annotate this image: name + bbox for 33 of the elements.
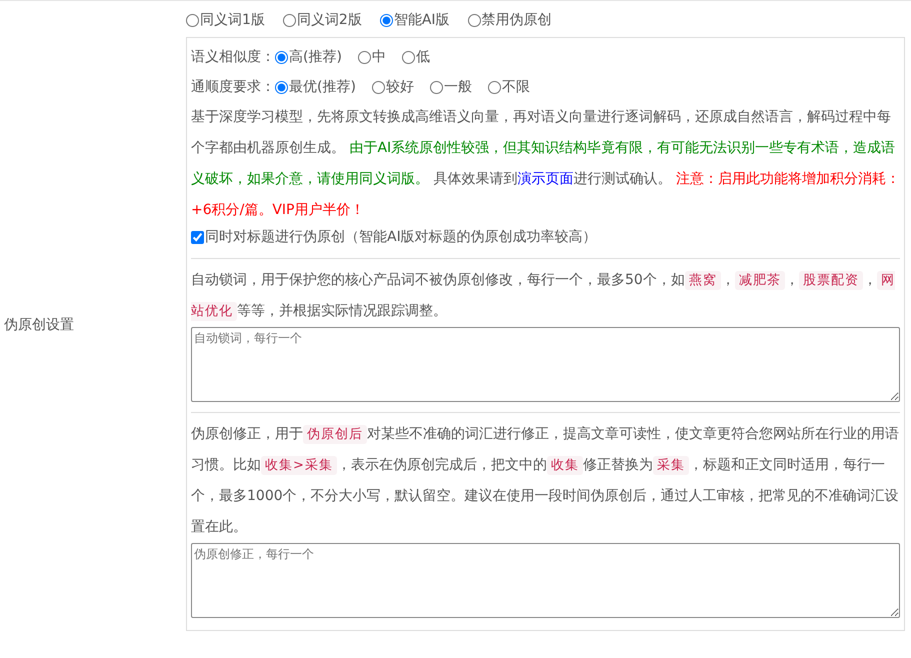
radio-label[interactable]: 最优(推荐) [289, 74, 356, 100]
checkbox-label[interactable]: 同时对标题进行伪原创（智能AI版对标题的伪原创成功率较高） [205, 226, 597, 248]
radio-label[interactable]: 智能AI版 [394, 7, 450, 33]
radio-button[interactable] [275, 80, 288, 94]
corrections-description: 伪原创修正，用于 伪原创后 对某些不准确的词汇进行修正，提高文章可读性，使文章更符合您网站所在行业的用语习惯。比如 收集>采集 ，表示在伪原创完成后，把文中的 收集 修正替换为 采集 ，标题和正文同时适用，每行一个，最多1000个，不分大小写，默认留空。建议在使用一段时间伪原创后，通过人工审核，把常见的不准确词汇设置在此。 [191, 424, 900, 537]
radio-label[interactable]: 低 [416, 44, 430, 70]
title-rewrite-checkbox[interactable] [191, 230, 204, 244]
setting-label: 通顺度要求： [191, 78, 275, 97]
radio-button[interactable] [488, 80, 501, 94]
radio-button[interactable] [186, 14, 199, 26]
lock-words-description: 自动锁词，用于保护您的核心产品词不被伪原创修改，每行一个，最多50个，如 燕窝 ， 减肥茶 ， 股票配资 ， 网站优化 等等，并根据实际情况跟踪调整。 [191, 270, 896, 323]
setting-label: 语义相似度： [191, 48, 275, 67]
ai-description-text: 基于深度学习模型，先将原文转换成高维语义向量，再对语义向量进行逐词解码，还原成自然语言，解码过程中每个字都由机器原创生成。 由于AI系统原创性较强，但其知识结构毕竟有限，有可能无法识别一些专有术语，造成语义破坏，如果介意，请使用同义词版。 具体效果请到演示页面进行测试确认。 注意：启用此功能将增加积分消耗：+6积分/篇。VIP用户半价！ [191, 108, 900, 220]
radio-label[interactable]: 高(推荐) [289, 44, 342, 70]
radio-label[interactable]: 不限 [502, 74, 530, 100]
lock-words-textarea[interactable]: 自动锁词，每行一个 [191, 327, 900, 402]
radio-label[interactable]: 禁用伪原创 [482, 7, 552, 33]
demo-page-link[interactable]: 演示页面 [517, 171, 574, 187]
radio-label[interactable]: 同义词1版 [200, 7, 265, 33]
corrections-textarea[interactable]: 伪原创修正，每行一个 [191, 543, 900, 618]
radio-label[interactable]: 中 [372, 44, 386, 70]
radio-button[interactable] [282, 14, 296, 26]
radio-label[interactable]: 较好 [386, 74, 414, 100]
radio-button[interactable] [275, 50, 288, 64]
radio-label[interactable]: 一般 [444, 74, 472, 100]
radio-button[interactable] [372, 80, 385, 94]
radio-label[interactable]: 同义词2版 [296, 7, 362, 33]
radio-button[interactable] [358, 50, 371, 64]
section-label: 伪原创设置 [4, 316, 74, 334]
radio-button[interactable] [380, 14, 393, 26]
radio-button[interactable] [468, 14, 481, 26]
radio-button[interactable] [402, 50, 415, 64]
radio-button[interactable] [430, 80, 443, 94]
